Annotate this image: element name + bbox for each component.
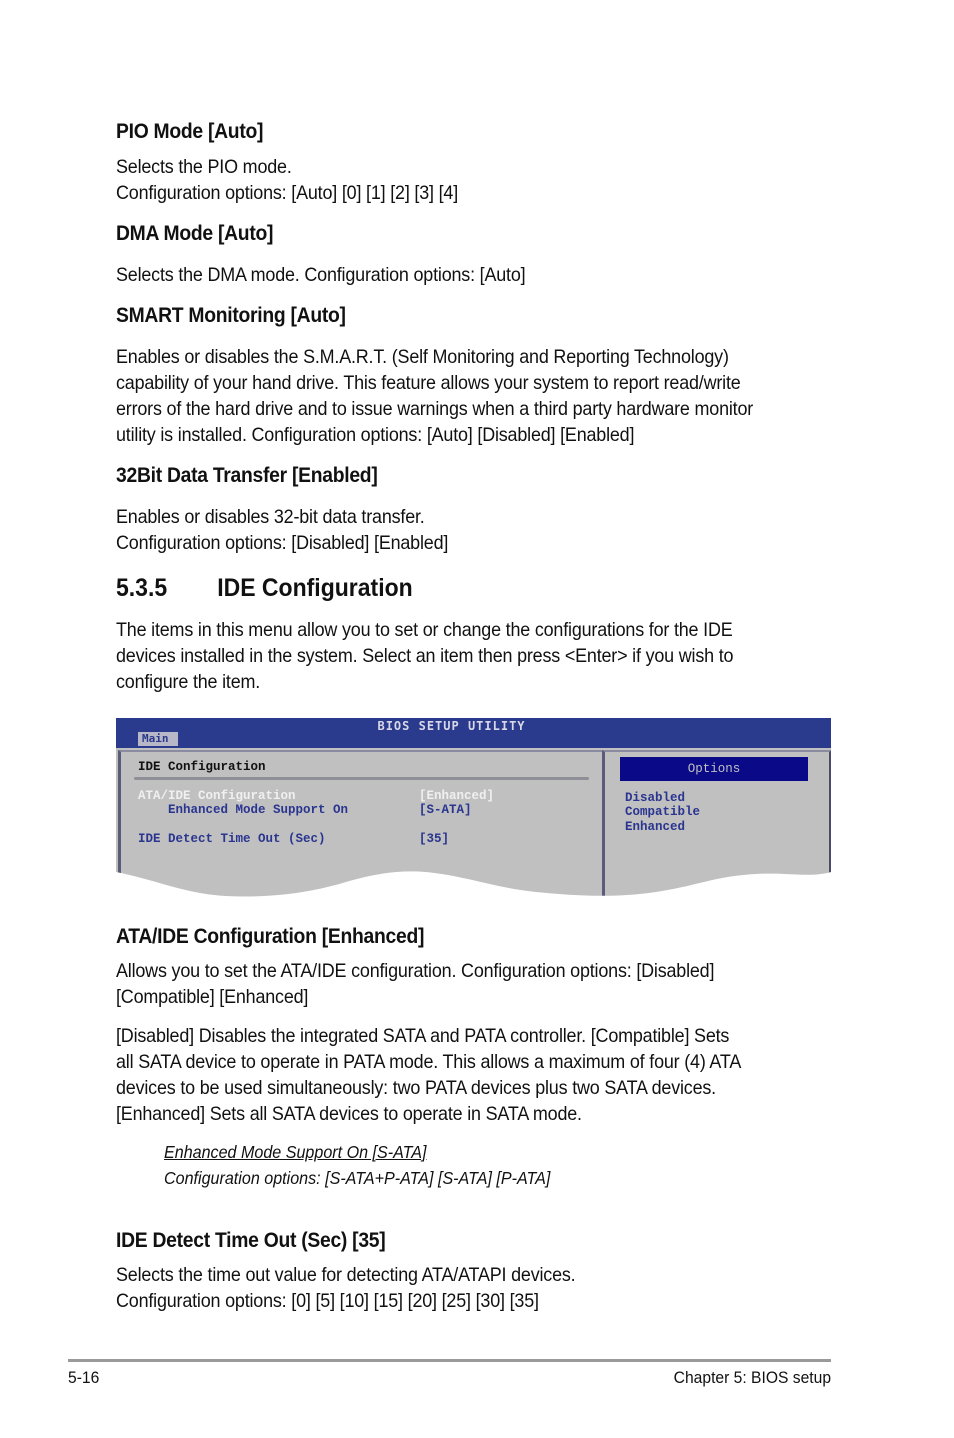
smart-monitoring-line-4: utility is installed. Configuration opti…	[116, 424, 635, 446]
bios-option-enhanced[interactable]: Enhanced	[625, 820, 685, 834]
bios-panel-divider	[134, 777, 589, 780]
smart-monitoring-line-1: Enables or disables the S.M.A.R.T. (Self…	[116, 346, 729, 368]
bios-options-header: Options	[620, 757, 808, 781]
ide-config-intro-line-1: The items in this menu allow you to set …	[116, 619, 733, 641]
smart-monitoring-line-2: capability of your hand drive. This feat…	[116, 372, 741, 394]
enhanced-mode-note-options: Configuration options: [S-ATA+P-ATA] [S-…	[164, 1168, 551, 1188]
page-number: 5-16	[68, 1368, 100, 1387]
bios-tab-main[interactable]: Main	[138, 732, 178, 746]
smart-monitoring-heading: SMART Monitoring [Auto]	[116, 304, 346, 327]
pio-mode-line-1: Selects the PIO mode.	[116, 156, 292, 178]
bios-row-enhanced-mode-label[interactable]: Enhanced Mode Support On	[138, 803, 348, 817]
ata-ide-para1-line-2: [Compatible] [Enhanced]	[116, 986, 309, 1008]
dma-mode-heading: DMA Mode [Auto]	[116, 222, 274, 245]
section-heading-ide-configuration: 5.3.5 IDE Configuration	[116, 574, 413, 603]
footer-divider	[68, 1359, 831, 1362]
bios-title: BIOS SETUP UTILITY	[377, 719, 526, 733]
section-title: IDE Configuration	[217, 574, 413, 602]
ide-config-intro-line-3: configure the item.	[116, 671, 261, 693]
enhanced-mode-note-title: Enhanced Mode Support On [S-ATA]	[164, 1142, 427, 1162]
bios-row-enhanced-mode-value[interactable]: [S-ATA]	[419, 803, 472, 817]
ide-timeout-heading: IDE Detect Time Out (Sec) [35]	[116, 1229, 386, 1252]
enhanced-mode-note-heading: Enhanced Mode Support On [S-ATA]	[164, 1139, 427, 1165]
ata-ide-heading: ATA/IDE Configuration [Enhanced]	[116, 925, 425, 948]
section-number: 5.3.5	[116, 574, 168, 602]
pio-mode-heading: PIO Mode [Auto]	[116, 120, 264, 143]
ata-ide-para2-line-4: [Enhanced] Sets all SATA devices to oper…	[116, 1103, 582, 1125]
torn-edge-decoration	[116, 871, 831, 903]
ata-ide-para1-line-1: Allows you to set the ATA/IDE configurat…	[116, 960, 715, 982]
ide-config-intro-line-2: devices installed in the system. Select …	[116, 645, 734, 667]
smart-monitoring-line-3: errors of the hard drive and to issue wa…	[116, 398, 754, 420]
dma-mode-line-1: Selects the DMA mode. Configuration opti…	[116, 264, 526, 286]
bios-panel-title: IDE Configuration	[138, 760, 266, 774]
bios-row-ata-ide-value[interactable]: [Enhanced]	[419, 789, 494, 803]
bios-row-ide-timeout-label[interactable]: IDE Detect Time Out (Sec)	[138, 832, 326, 846]
chapter-title: Chapter 5: BIOS setup	[673, 1368, 831, 1387]
bios-row-ata-ide-label[interactable]: ATA/IDE Configuration	[138, 789, 296, 803]
pio-mode-line-2: Configuration options: [Auto] [0] [1] [2…	[116, 182, 459, 204]
32bit-transfer-heading: 32Bit Data Transfer [Enabled]	[116, 464, 378, 487]
bios-option-disabled[interactable]: Disabled	[625, 791, 685, 805]
ata-ide-para2-line-3: devices to be used simultaneously: two P…	[116, 1077, 716, 1099]
bios-row-ide-timeout-value[interactable]: [35]	[419, 832, 449, 846]
ide-timeout-line-2: Configuration options: [0] [5] [10] [15]…	[116, 1290, 539, 1312]
bios-option-compatible[interactable]: Compatible	[625, 805, 700, 819]
32bit-transfer-line-1: Enables or disables 32-bit data transfer…	[116, 506, 425, 528]
ata-ide-para2-line-2: all SATA device to operate in PATA mode.…	[116, 1051, 742, 1073]
ata-ide-para2-line-1: [Disabled] Disables the integrated SATA …	[116, 1025, 730, 1047]
ide-timeout-line-1: Selects the time out value for detecting…	[116, 1264, 576, 1286]
32bit-transfer-line-2: Configuration options: [Disabled] [Enabl…	[116, 532, 449, 554]
bios-screenshot: BIOS SETUP UTILITY Main IDE Configuratio…	[116, 718, 831, 903]
